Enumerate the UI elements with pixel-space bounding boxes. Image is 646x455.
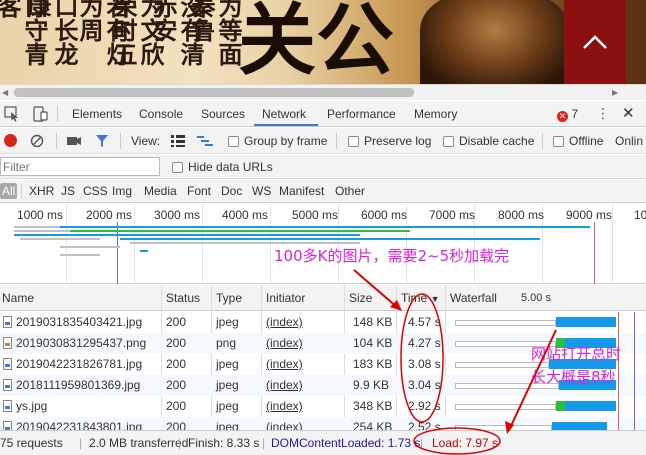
annotation-ellipse-load bbox=[413, 427, 501, 455]
annotation-arrow bbox=[509, 329, 557, 429]
annotation-ellipse-time bbox=[400, 293, 444, 423]
annotation-overlay bbox=[353, 269, 557, 455]
annotation-arrow bbox=[353, 269, 399, 309]
